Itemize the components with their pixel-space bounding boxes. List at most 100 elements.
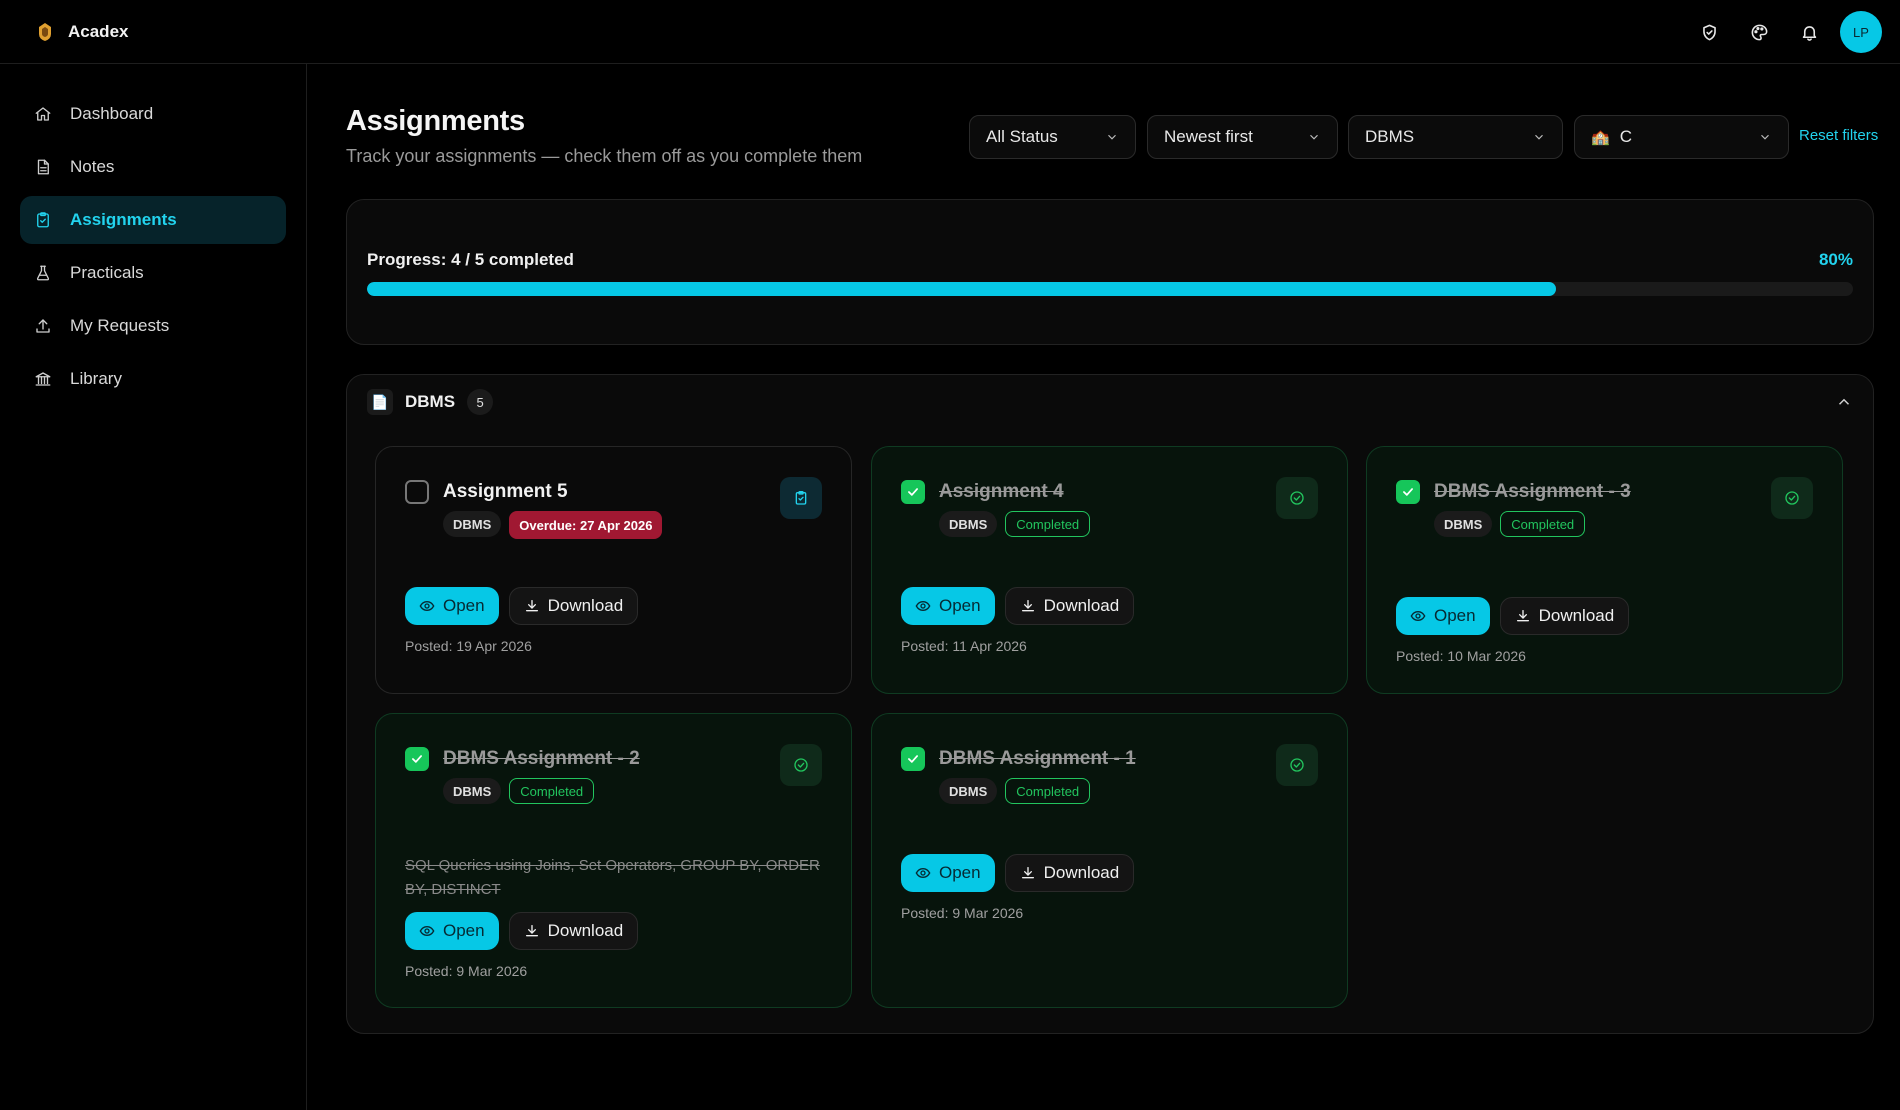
download-button[interactable]: Download	[1004, 854, 1135, 892]
sidebar-item-my-requests[interactable]: My Requests	[20, 302, 286, 350]
sidebar-item-label: My Requests	[70, 316, 170, 335]
subject-tag: DBMS	[1434, 511, 1493, 537]
status-badge: Completed	[1500, 511, 1586, 537]
assignment-card: DBMS Assignment - 2 DBMS Completed SQL Quer…	[375, 713, 852, 1008]
download-button[interactable]: Download	[1499, 597, 1630, 635]
clipboard-check-icon	[780, 477, 822, 519]
sidebar-item-library[interactable]: Library	[20, 355, 286, 403]
division-filter-select[interactable]: 🏫 C	[1574, 115, 1789, 159]
open-button[interactable]: Open	[405, 912, 499, 950]
group-header[interactable]: 📄 DBMS 5	[367, 389, 494, 415]
tag-row: DBMS Completed	[939, 778, 1091, 804]
check-circle-icon	[1276, 477, 1318, 519]
card-actions: Open Download	[901, 854, 1135, 892]
card-actions: Open Download	[1396, 597, 1630, 635]
group-count-badge: 5	[467, 389, 494, 415]
avatar[interactable]: LP	[1840, 11, 1882, 53]
tag-row: DBMS Completed	[939, 511, 1091, 537]
download-icon	[1515, 608, 1531, 624]
download-icon	[524, 923, 540, 939]
completion-checkbox[interactable]	[901, 747, 925, 771]
posted-date: Posted: 9 Mar 2026	[901, 905, 1024, 921]
palette-icon[interactable]	[1734, 8, 1784, 56]
bell-icon[interactable]	[1784, 8, 1834, 56]
open-button-label: Open	[443, 596, 485, 615]
assignment-title: Assignment 5	[443, 481, 568, 502]
tag-row: DBMS Completed	[1434, 511, 1586, 537]
school-icon: 🏫	[1591, 129, 1610, 146]
check-circle-icon	[1771, 477, 1813, 519]
download-button[interactable]: Download	[508, 587, 639, 625]
status-filter-select[interactable]: All Status	[969, 115, 1136, 159]
sidebar-item-assignments[interactable]: Assignments	[20, 196, 286, 244]
assignment-card: Assignment 4 DBMS Completed Open Download Pos…	[871, 446, 1348, 694]
download-button[interactable]: Download	[508, 912, 639, 950]
division-filter-value: C	[1619, 127, 1632, 146]
progress-fill	[367, 282, 1556, 296]
sidebar-item-label: Practicals	[70, 263, 144, 282]
sidebar-item-label: Dashboard	[70, 104, 154, 123]
progress-percent: 80%	[1818, 250, 1853, 269]
progress-label: Progress: 4 / 5 completed	[367, 250, 574, 269]
chevron-up-icon[interactable]	[1835, 393, 1853, 411]
download-button-label: Download	[547, 596, 624, 615]
assignment-title: DBMS Assignment - 3	[1434, 481, 1631, 502]
app-name: Acadex	[68, 21, 129, 41]
page-title: Assignments	[346, 105, 525, 137]
tag-row: DBMS Completed	[443, 778, 595, 804]
download-button[interactable]: Download	[1004, 587, 1135, 625]
open-button[interactable]: Open	[1396, 597, 1490, 635]
subject-tag: DBMS	[939, 511, 998, 537]
status-filter-value: All Status	[986, 127, 1058, 146]
file-text-icon	[37, 159, 49, 175]
chevron-down-icon	[1535, 134, 1543, 140]
sidebar-item-dashboard[interactable]: Dashboard	[20, 90, 286, 138]
assignment-description: SQL Queries using Joins, Set Operators, …	[405, 857, 820, 898]
completion-checkbox[interactable]	[405, 480, 429, 504]
open-button-label: Open	[443, 921, 485, 940]
download-button-label: Download	[1043, 863, 1120, 882]
download-button-label: Download	[1538, 606, 1615, 625]
sort-select[interactable]: Newest first	[1147, 115, 1338, 159]
download-button-label: Download	[547, 921, 624, 940]
chevron-down-icon	[1310, 134, 1318, 140]
clipboard-check-icon	[37, 212, 49, 228]
card-actions: Open Download	[901, 587, 1135, 625]
subject-tag: DBMS	[443, 511, 502, 537]
tag-row: DBMS Overdue: 27 Apr 2026	[443, 511, 663, 539]
eye-icon	[915, 598, 931, 614]
open-button[interactable]: Open	[405, 587, 499, 625]
subject-filter-select[interactable]: DBMS	[1348, 115, 1563, 159]
progress-bar	[367, 282, 1853, 296]
posted-date: Posted: 9 Mar 2026	[405, 963, 528, 979]
sort-value: Newest first	[1164, 127, 1253, 146]
card-actions: Open Download	[405, 587, 639, 625]
open-button[interactable]: Open	[901, 854, 995, 892]
open-button-label: Open	[939, 863, 981, 882]
reset-filters-link[interactable]: Reset filters	[1799, 127, 1878, 144]
completion-checkbox[interactable]	[901, 480, 925, 504]
open-button-label: Open	[1434, 606, 1476, 625]
shield-check-icon[interactable]	[1684, 8, 1734, 56]
check-circle-icon	[1276, 744, 1318, 786]
posted-date: Posted: 11 Apr 2026	[901, 638, 1027, 654]
check-circle-icon	[780, 744, 822, 786]
eye-icon	[419, 598, 435, 614]
status-badge: Overdue: 27 Apr 2026	[509, 511, 663, 539]
completion-checkbox[interactable]	[1396, 480, 1420, 504]
brand[interactable]: Acadex	[38, 22, 128, 42]
download-icon	[524, 598, 540, 614]
status-badge: Completed	[1005, 511, 1091, 537]
completion-checkbox[interactable]	[405, 747, 429, 771]
sidebar-item-label: Library	[70, 369, 122, 388]
status-badge: Completed	[1005, 778, 1091, 804]
download-button-label: Download	[1043, 596, 1120, 615]
open-button-label: Open	[939, 596, 981, 615]
posted-date: Posted: 10 Mar 2026	[1396, 648, 1526, 664]
sidebar-item-label: Assignments	[70, 210, 177, 229]
eye-icon	[915, 865, 931, 881]
sidebar-item-notes[interactable]: Notes	[20, 143, 286, 191]
sidebar-item-practicals[interactable]: Practicals	[20, 249, 286, 297]
open-button[interactable]: Open	[901, 587, 995, 625]
assignment-card: DBMS Assignment - 1 DBMS Completed Open Down…	[871, 713, 1348, 1008]
